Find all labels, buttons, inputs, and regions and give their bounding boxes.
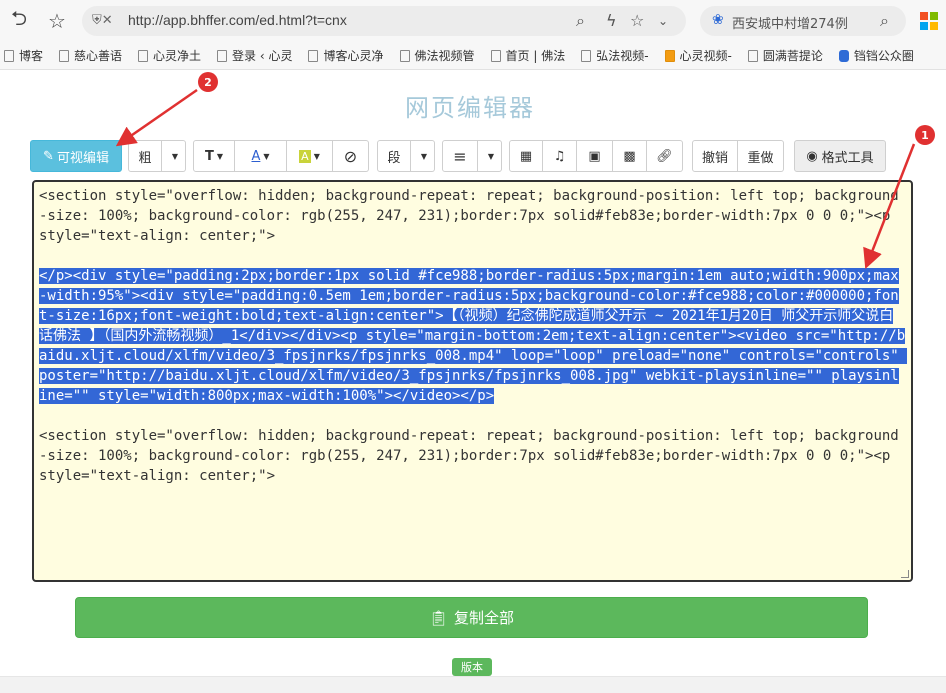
page-icon: [399, 49, 410, 62]
visual-edit-button[interactable]: ✎ 可视编辑: [30, 140, 122, 172]
bookmark-item[interactable]: 慈心善语: [59, 47, 122, 64]
search-box[interactable]: ❀ 西安城中村增274例 ⌕: [700, 6, 906, 36]
background-color-button[interactable]: A ▼: [287, 140, 333, 172]
code-line-selected: </p><div style="padding:2px;border:1px s…: [39, 266, 908, 406]
page-icon: [4, 49, 14, 62]
insert-image-button[interactable]: ▣: [577, 140, 613, 172]
caret-down-icon: ▼: [263, 151, 270, 161]
link-icon: 🔗︎: [656, 148, 673, 164]
font-color-button[interactable]: A ▼: [235, 140, 287, 172]
paragraph-dropdown[interactable]: ▼: [411, 140, 435, 172]
bookmark-star-icon[interactable]: ☆: [630, 11, 644, 30]
page-icon: [581, 49, 592, 62]
bookmark-item[interactable]: 首页 | 佛法: [490, 47, 565, 64]
format-tool-button[interactable]: ◉ 格式工具: [794, 140, 886, 172]
undo-button[interactable]: 撤销: [692, 140, 738, 172]
eye-icon: ◉: [806, 148, 818, 164]
browser-toolbar: ⮌ ☆ ⛨✕ http://app.bhffer.com/ed.html?t=c…: [0, 0, 946, 42]
caret-down-icon: ▼: [216, 151, 224, 161]
page-icon: [308, 49, 319, 62]
search-text: 西安城中村增274例: [732, 17, 848, 32]
page-icon: [490, 49, 501, 62]
copy-all-button[interactable]: 📋︎ 复制全部: [75, 597, 868, 638]
edit-icon: ✎: [43, 148, 54, 164]
favorite-star-icon[interactable]: ☆: [44, 8, 70, 34]
editor-toolbar: ✎ 可视编辑 粗 ▼ T ▼ A ▼ A ▼ ⊘ 段 ▼ ≡ ▼ ▦ ♫ ▣ ▩ 🔗︎ …: [30, 140, 890, 172]
insert-video-button[interactable]: ▦: [509, 140, 543, 172]
insert-qrcode-button[interactable]: ▩: [613, 140, 647, 172]
page-title: 网页编辑器: [405, 94, 535, 122]
bookmarks-bar: 博客 慈心善语 心灵净土 登录 ‹ 心灵 博客心灵净 佛法视频管 首页 | 佛法…: [0, 42, 946, 70]
insert-link-button[interactable]: 🔗︎: [647, 140, 683, 172]
bookmark-item[interactable]: 圆满菩提论: [747, 47, 823, 64]
align-button[interactable]: ≡: [442, 140, 478, 172]
page-icon: [138, 49, 149, 62]
insecure-shield-icon: ⛨✕: [92, 13, 113, 28]
caret-down-icon: ▼: [313, 151, 320, 161]
bookmark-item[interactable]: 博客心灵净: [308, 47, 384, 64]
caret-down-icon: ▼: [171, 151, 179, 161]
site-icon: [838, 49, 849, 62]
page-icon: [59, 49, 70, 62]
back-icon[interactable]: ⮌: [6, 6, 32, 34]
align-icon: ≡: [453, 146, 467, 166]
image-icon: ▣: [588, 148, 601, 164]
bold-button[interactable]: 粗: [128, 140, 162, 172]
code-line: <section style="overflow: hidden; backgr…: [39, 188, 899, 244]
bottom-bar: [0, 676, 946, 693]
dropdown-icon[interactable]: ⌄: [658, 14, 668, 28]
bookmark-item[interactable]: 心灵净土: [138, 47, 201, 64]
caret-down-icon: ▼: [487, 151, 495, 161]
html-source-editor[interactable]: <section style="overflow: hidden; backgr…: [32, 180, 913, 582]
bookmark-item[interactable]: 博客: [4, 47, 43, 64]
page-icon: [217, 49, 228, 62]
baidu-paw-icon: ❀: [712, 12, 724, 28]
address-bar[interactable]: ⛨✕ http://app.bhffer.com/ed.html?t=cnx ⌕…: [82, 6, 686, 36]
version-badge[interactable]: 版本: [452, 658, 492, 676]
align-dropdown[interactable]: ▼: [478, 140, 502, 172]
bookmark-item[interactable]: 弘法视频-: [581, 47, 649, 64]
annotation-badge-2: 2: [198, 72, 218, 92]
clear-format-button[interactable]: ⊘: [333, 140, 369, 172]
font-size-button[interactable]: T ▼: [193, 140, 235, 172]
bookmark-item[interactable]: 铛铛公众圈: [838, 47, 914, 64]
windows-logo-icon[interactable]: [920, 12, 938, 30]
caret-down-icon: ▼: [420, 151, 428, 161]
clipboard-icon: 📋︎: [428, 608, 449, 627]
text-selection: </p><div style="padding:2px;border:1px s…: [39, 268, 908, 404]
bookmark-item[interactable]: 心灵视频-: [664, 47, 732, 64]
lightning-icon[interactable]: ϟ: [606, 11, 617, 30]
annotation-badge-1: 1: [915, 125, 935, 145]
insert-audio-button[interactable]: ♫: [543, 140, 577, 172]
clear-icon: ⊘: [343, 146, 358, 166]
bookmark-item[interactable]: 登录 ‹ 心灵: [217, 47, 292, 64]
zoom-icon[interactable]: ⌕: [576, 11, 585, 31]
paragraph-button[interactable]: 段: [377, 140, 411, 172]
film-icon: ▦: [519, 148, 533, 164]
resize-handle[interactable]: [901, 570, 909, 578]
redo-button[interactable]: 重做: [738, 140, 784, 172]
address-url: http://app.bhffer.com/ed.html?t=cnx: [128, 12, 347, 28]
music-icon: ♫: [553, 148, 566, 164]
site-icon: [664, 49, 675, 62]
bold-dropdown[interactable]: ▼: [162, 140, 186, 172]
bookmark-item[interactable]: 佛法视频管: [399, 47, 475, 64]
qrcode-icon: ▩: [623, 148, 636, 164]
search-icon[interactable]: ⌕: [880, 11, 889, 31]
code-line: <section style="overflow: hidden; backgr…: [39, 428, 899, 484]
page-icon: [747, 49, 758, 62]
